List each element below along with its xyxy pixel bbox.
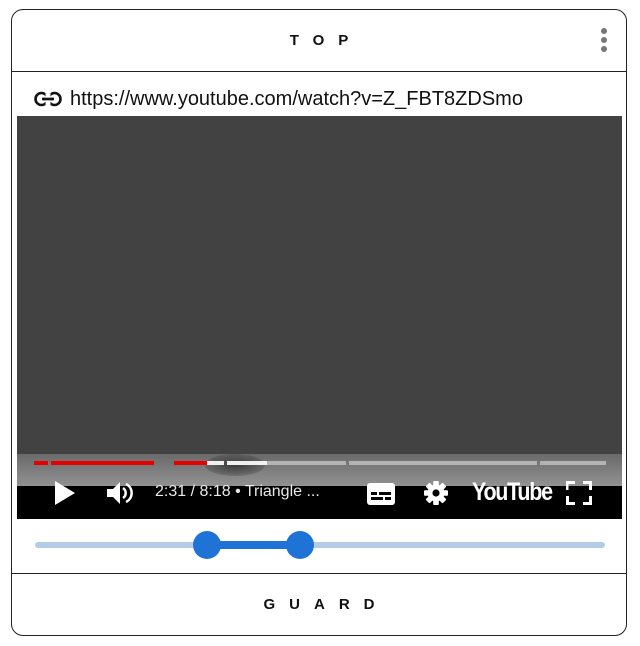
- progress-segment[interactable]: [227, 461, 346, 465]
- progress-buffered: [227, 461, 268, 465]
- footer-title: GUARD: [263, 596, 389, 613]
- subtitles-icon[interactable]: [367, 483, 395, 505]
- progress-segment[interactable]: [540, 461, 606, 465]
- slider-track[interactable]: [35, 542, 605, 548]
- video-player[interactable]: 2:31 / 8:18 • Triangle ... YouTube: [17, 116, 622, 519]
- progress-bar[interactable]: [34, 461, 606, 465]
- card: TOP https://www.youtube.com/watch?v=Z_FB…: [11, 9, 627, 636]
- volume-icon[interactable]: [107, 481, 135, 505]
- play-icon[interactable]: [55, 481, 75, 505]
- video-frame-detail: [205, 454, 265, 476]
- more-vert-icon[interactable]: [600, 28, 608, 52]
- progress-segment[interactable]: [34, 461, 48, 465]
- link-row[interactable]: https://www.youtube.com/watch?v=Z_FBT8ZD…: [34, 84, 523, 114]
- progress-played: [34, 461, 48, 465]
- header: TOP: [12, 10, 626, 72]
- youtube-logo[interactable]: YouTube: [472, 478, 553, 507]
- time-and-title: 2:31 / 8:18 • Triangle ...: [155, 483, 320, 500]
- fullscreen-icon[interactable]: [566, 481, 592, 505]
- range-slider[interactable]: [35, 531, 605, 559]
- progress-segment[interactable]: [349, 461, 537, 465]
- slider-thumb-high[interactable]: [286, 531, 315, 559]
- link-icon: [34, 91, 62, 107]
- progress-segment[interactable]: [51, 461, 154, 465]
- settings-gear-icon[interactable]: [423, 480, 449, 506]
- progress-played: [51, 461, 154, 465]
- progress-segment[interactable]: [174, 461, 224, 465]
- slider-thumb-low[interactable]: [192, 531, 221, 559]
- header-title: TOP: [289, 32, 363, 49]
- progress-played: [174, 461, 208, 465]
- video-url[interactable]: https://www.youtube.com/watch?v=Z_FBT8ZD…: [70, 88, 523, 111]
- footer: GUARD: [12, 573, 626, 635]
